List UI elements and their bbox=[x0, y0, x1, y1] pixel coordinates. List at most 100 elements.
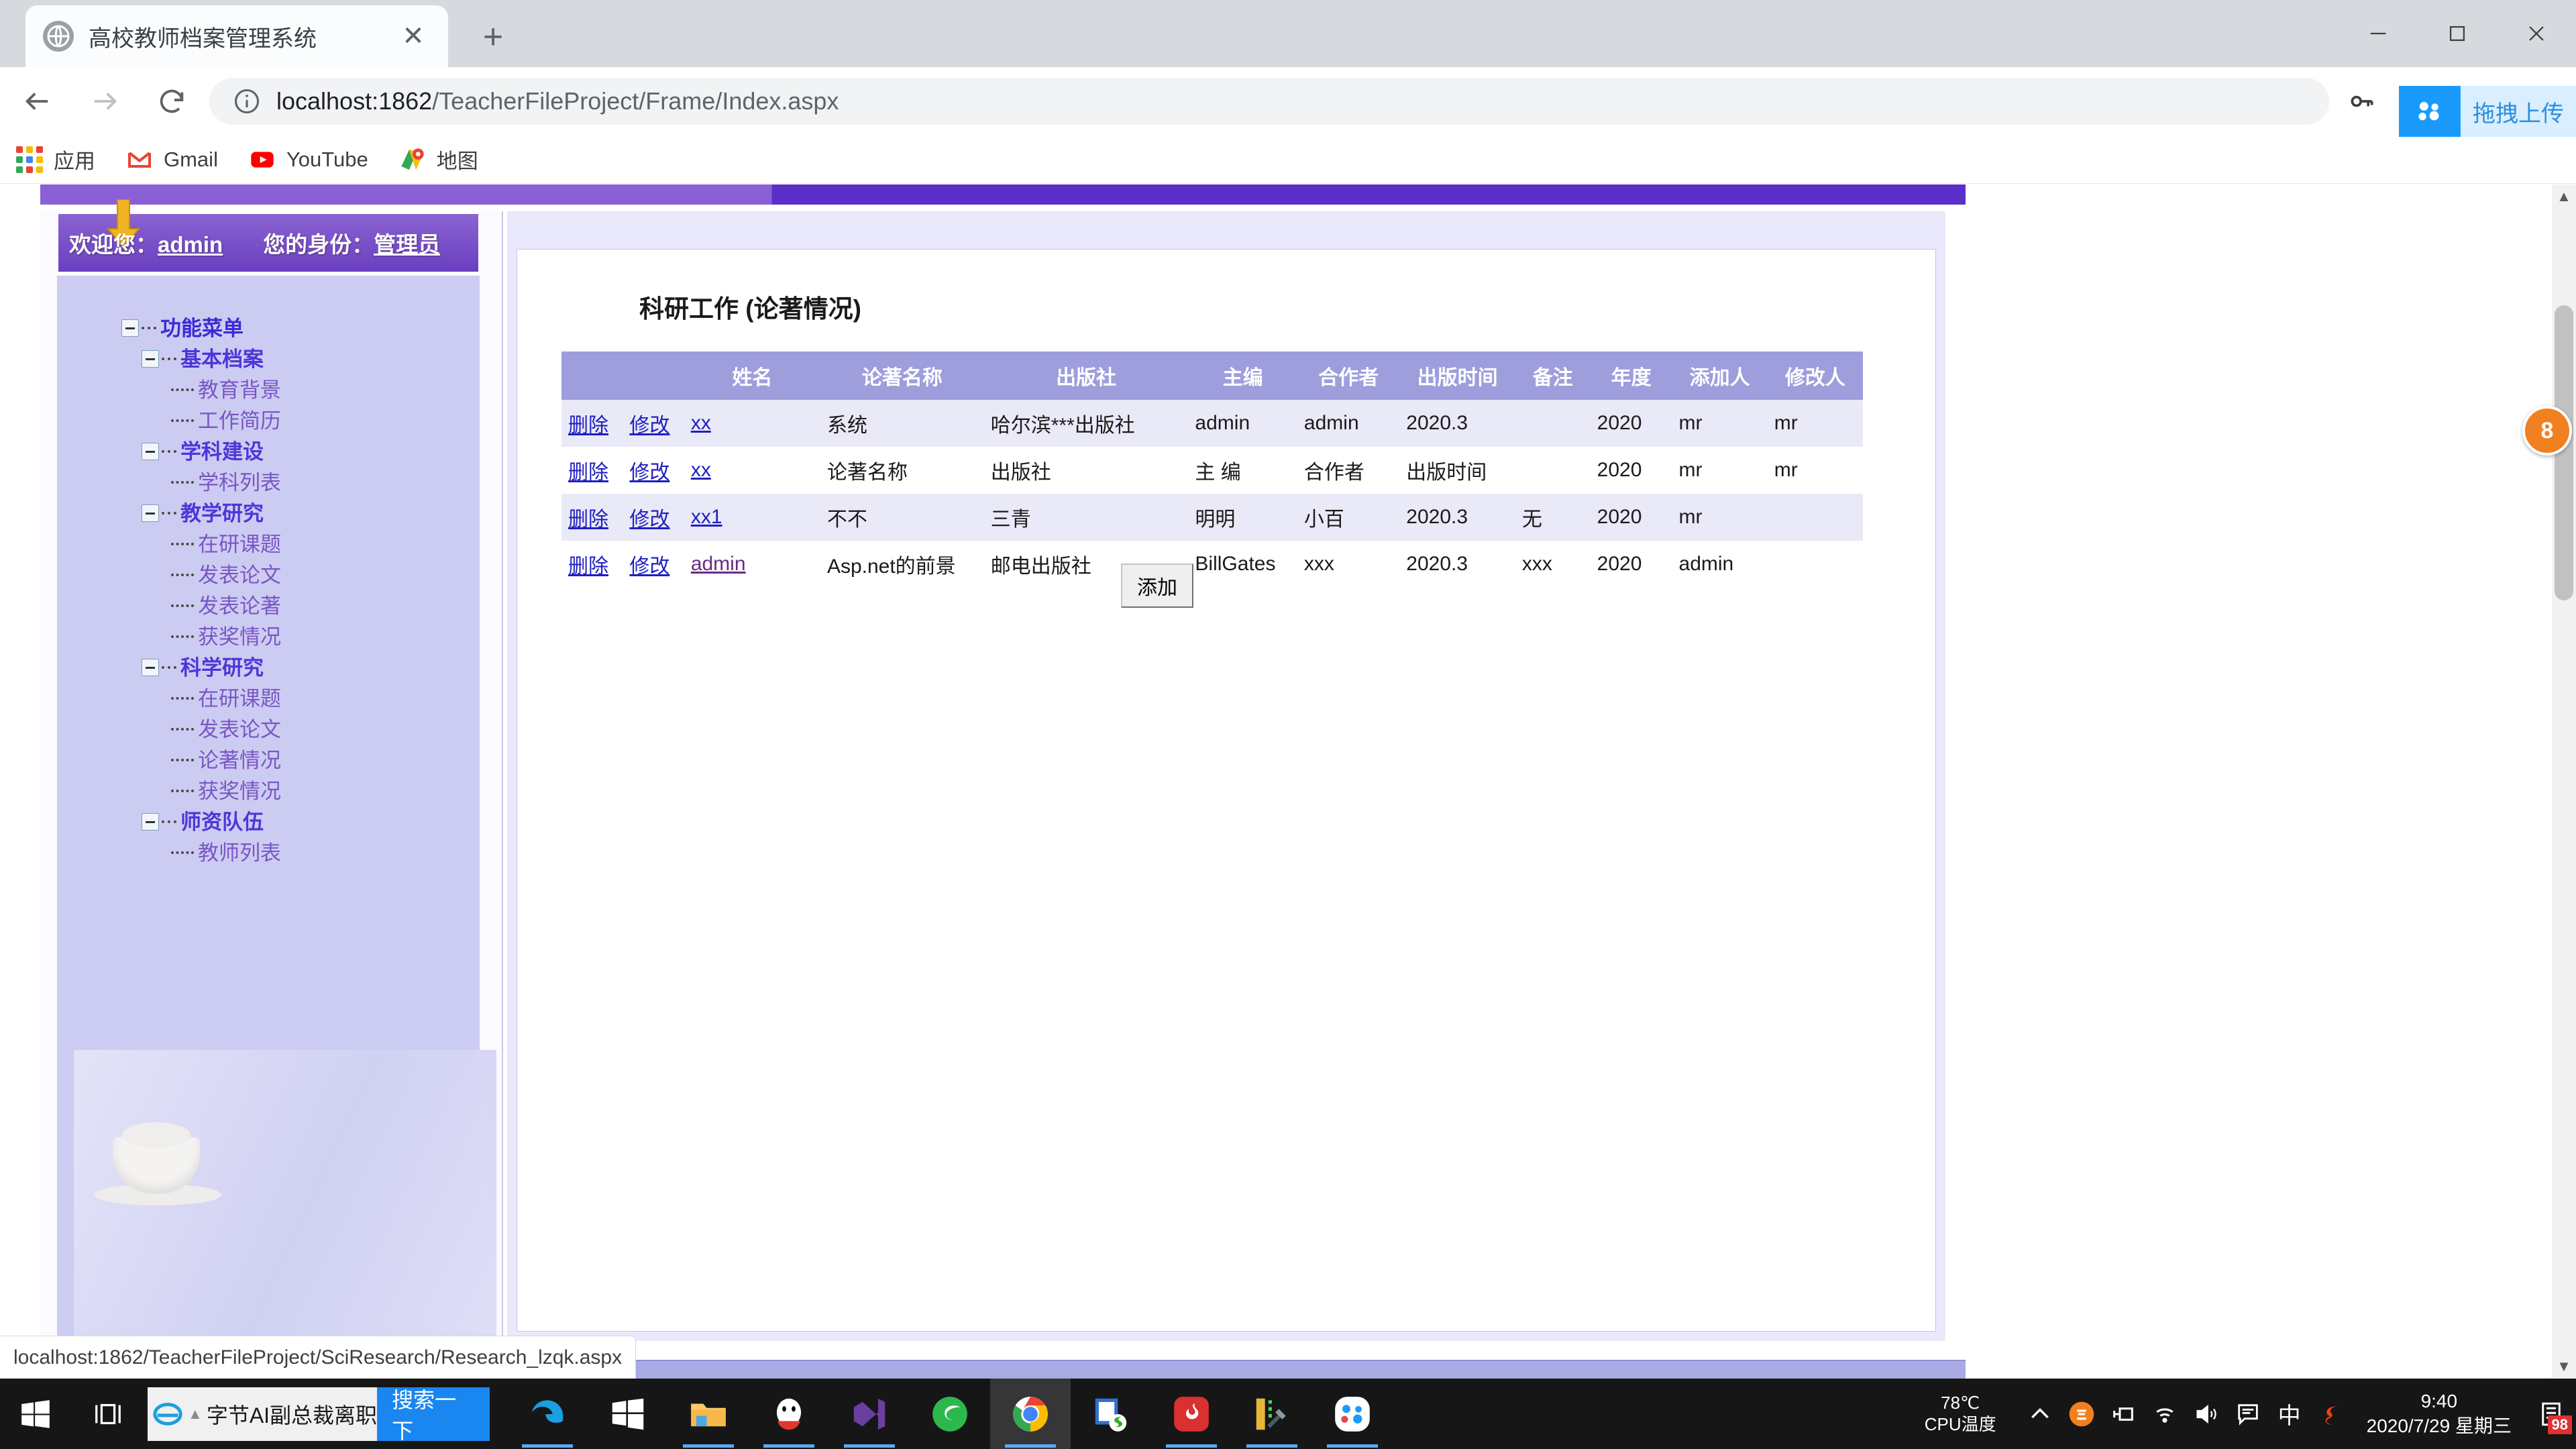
name-link[interactable]: xx bbox=[691, 412, 711, 434]
tree-collapse-icon[interactable] bbox=[142, 813, 159, 830]
tree-item-5[interactable]: 学科列表 bbox=[57, 467, 480, 498]
taskbar-app-tools-icon[interactable] bbox=[1232, 1379, 1312, 1449]
tree-item-6[interactable]: 教学研究 bbox=[57, 498, 480, 529]
tree-item-label[interactable]: 教育背景 bbox=[198, 380, 281, 400]
usb-icon[interactable] bbox=[2102, 1379, 2144, 1449]
browser-tab[interactable]: 高校教师档案管理系统 ✕ bbox=[25, 5, 448, 67]
taskbar-app-baidu-netdisk-icon[interactable] bbox=[1312, 1379, 1393, 1449]
delete-link[interactable]: 删除 bbox=[568, 415, 608, 437]
edit-link[interactable]: 修改 bbox=[629, 415, 669, 437]
task-view-icon[interactable] bbox=[71, 1379, 145, 1449]
taskbar-app-microsoft-store-icon[interactable] bbox=[588, 1379, 668, 1449]
netdisk-upload-widget[interactable]: 拖拽上传 bbox=[2399, 86, 2576, 137]
search-button[interactable]: 搜索一下 bbox=[377, 1387, 490, 1443]
close-icon[interactable] bbox=[2497, 0, 2576, 67]
wifi-icon[interactable] bbox=[2144, 1379, 2186, 1449]
tree-item-label[interactable]: 工作简历 bbox=[198, 411, 281, 431]
back-icon[interactable] bbox=[8, 72, 67, 131]
tree-item-label[interactable]: 论著情况 bbox=[198, 750, 281, 771]
delete-link[interactable]: 删除 bbox=[568, 508, 608, 531]
windows-start-icon[interactable] bbox=[0, 1379, 71, 1449]
tree-item-label[interactable]: 基本档案 bbox=[180, 349, 264, 370]
bookmark-gmail[interactable]: Gmail bbox=[125, 145, 218, 174]
tree-item-9[interactable]: 发表论著 bbox=[57, 590, 480, 621]
reload-icon[interactable] bbox=[142, 72, 201, 131]
tree-collapse-icon[interactable] bbox=[142, 443, 159, 460]
tree-item-13[interactable]: 发表论文 bbox=[57, 714, 480, 745]
tree-item-label[interactable]: 学科建设 bbox=[180, 441, 264, 462]
taskbar-clock[interactable]: 9:40 2020/7/29 星期三 bbox=[2367, 1389, 2512, 1438]
bookmark-maps[interactable]: 地图 bbox=[398, 144, 478, 174]
tree-item-label[interactable]: 科学研究 bbox=[180, 657, 264, 678]
close-icon[interactable]: ✕ bbox=[396, 19, 431, 54]
taskbar-app-file-explorer-icon[interactable] bbox=[668, 1379, 749, 1449]
sogou-icon[interactable] bbox=[2310, 1379, 2352, 1449]
tree-item-16[interactable]: 师资队伍 bbox=[57, 806, 480, 837]
role-link[interactable]: 管理员 bbox=[374, 232, 440, 257]
tree-collapse-icon[interactable] bbox=[142, 504, 159, 522]
edit-link[interactable]: 修改 bbox=[629, 462, 669, 484]
ime-chinese-icon[interactable]: 中 bbox=[2269, 1379, 2310, 1449]
page-scrollbar[interactable]: ▲ ▼ bbox=[2552, 184, 2576, 1379]
add-button[interactable]: 添加 bbox=[1121, 564, 1193, 608]
tree-item-label[interactable]: 功能菜单 bbox=[160, 318, 244, 339]
name-link[interactable]: xx bbox=[691, 459, 711, 481]
taskbar-app-netease-music-icon[interactable] bbox=[1151, 1379, 1232, 1449]
name-link[interactable]: admin bbox=[691, 553, 746, 575]
tree-item-label[interactable]: 获奖情况 bbox=[198, 627, 281, 647]
address-bar[interactable]: localhost:1862/TeacherFileProject/Frame/… bbox=[209, 78, 2329, 125]
ime-panel-icon[interactable] bbox=[2227, 1379, 2269, 1449]
username-link[interactable]: admin bbox=[158, 232, 223, 257]
new-tab-button[interactable]: + bbox=[470, 13, 517, 60]
edit-link[interactable]: 修改 bbox=[629, 508, 669, 531]
tree-item-7[interactable]: 在研课题 bbox=[57, 529, 480, 559]
tree-item-label[interactable]: 发表论文 bbox=[198, 719, 281, 740]
notification-center-icon[interactable]: 98 bbox=[2526, 1379, 2576, 1449]
scroll-up-icon[interactable]: ▲ bbox=[2552, 184, 2576, 209]
tree-item-3[interactable]: 工作简历 bbox=[57, 405, 480, 436]
chevron-up-icon[interactable] bbox=[2019, 1379, 2061, 1449]
tree-item-1[interactable]: 基本档案 bbox=[57, 343, 480, 374]
tree-item-label[interactable]: 教师列表 bbox=[198, 843, 281, 863]
tree-item-12[interactable]: 在研课题 bbox=[57, 683, 480, 714]
tree-collapse-icon[interactable] bbox=[121, 319, 139, 337]
delete-link[interactable]: 删除 bbox=[568, 555, 608, 578]
maximize-icon[interactable] bbox=[2418, 0, 2497, 67]
floating-orange-widget[interactable]: 8 bbox=[2522, 406, 2572, 455]
key-icon[interactable] bbox=[2333, 78, 2391, 125]
tree-item-15[interactable]: 获奖情况 bbox=[57, 775, 480, 806]
tree-item-17[interactable]: 教师列表 bbox=[57, 837, 480, 868]
tree-item-label[interactable]: 在研课题 bbox=[198, 534, 281, 555]
info-circle-icon[interactable] bbox=[232, 87, 262, 116]
tree-item-10[interactable]: 获奖情况 bbox=[57, 621, 480, 652]
tree-collapse-icon[interactable] bbox=[142, 659, 159, 676]
tree-item-label[interactable]: 获奖情况 bbox=[198, 781, 281, 802]
scroll-down-icon[interactable]: ▼ bbox=[2552, 1354, 2576, 1379]
tree-item-label[interactable]: 教学研究 bbox=[180, 503, 264, 524]
tree-item-2[interactable]: 教育背景 bbox=[57, 374, 480, 405]
edit-link[interactable]: 修改 bbox=[629, 555, 669, 578]
tree-item-4[interactable]: 学科建设 bbox=[57, 436, 480, 467]
tree-item-label[interactable]: 学科列表 bbox=[198, 472, 281, 493]
taskbar-app-sogou-input-icon[interactable] bbox=[1071, 1379, 1151, 1449]
taskbar-app-edge-icon[interactable] bbox=[507, 1379, 588, 1449]
tree-item-8[interactable]: 发表论文 bbox=[57, 559, 480, 590]
tree-item-label[interactable]: 发表论文 bbox=[198, 565, 281, 586]
tree-item-14[interactable]: 论著情况 bbox=[57, 745, 480, 775]
taskbar-app-360-browser-icon[interactable] bbox=[910, 1379, 990, 1449]
tree-item-0[interactable]: 功能菜单 bbox=[57, 313, 480, 343]
tree-collapse-icon[interactable] bbox=[142, 350, 159, 368]
volume-icon[interactable] bbox=[2186, 1379, 2227, 1449]
orange-app-icon[interactable] bbox=[2061, 1379, 2102, 1449]
taskbar-app-chrome-icon[interactable] bbox=[990, 1379, 1071, 1449]
delete-link[interactable]: 删除 bbox=[568, 462, 608, 484]
name-link[interactable]: xx1 bbox=[691, 506, 722, 528]
bookmark-youtube[interactable]: YouTube bbox=[248, 145, 368, 174]
taskbar-search[interactable]: ▲ 字节AI副总裁离职 搜索一下 bbox=[148, 1387, 490, 1443]
taskbar-app-visual-studio-icon[interactable] bbox=[829, 1379, 910, 1449]
taskbar-app-qq-icon[interactable] bbox=[749, 1379, 829, 1449]
forward-icon[interactable] bbox=[75, 72, 134, 131]
tree-item-label[interactable]: 发表论著 bbox=[198, 596, 281, 616]
minimize-icon[interactable] bbox=[2339, 0, 2418, 67]
tree-item-label[interactable]: 在研课题 bbox=[198, 688, 281, 709]
